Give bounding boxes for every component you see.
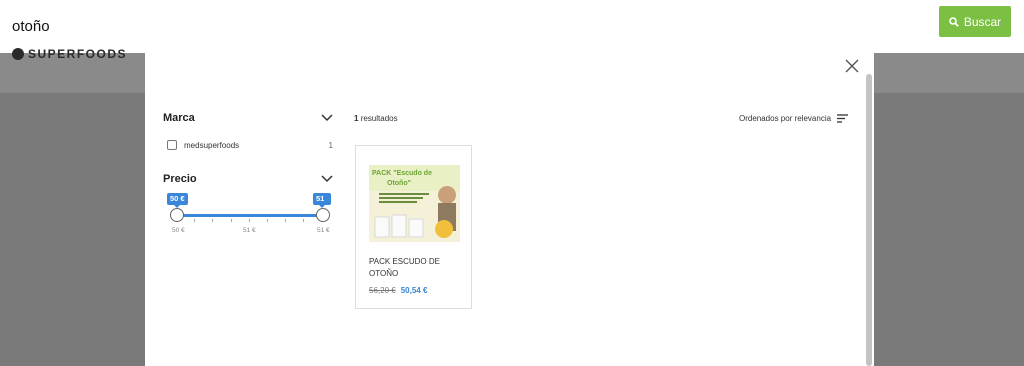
slider-track (176, 214, 322, 217)
tick-label-mid: 51 € (243, 227, 256, 234)
chevron-down-icon[interactable] (321, 114, 333, 122)
slider-max-handle[interactable] (316, 208, 330, 222)
tick-label-max: 51 € (317, 227, 330, 234)
search-icon (949, 16, 959, 27)
product-old-price: 56,20 € (369, 286, 396, 295)
slider-tick (303, 219, 304, 222)
slider-tick (194, 219, 195, 222)
results-count: 1 resultados (354, 114, 398, 123)
results-count-label: resultados (360, 114, 398, 123)
slider-tick (285, 219, 286, 222)
chevron-down-icon[interactable] (321, 175, 333, 183)
slider-tick (267, 219, 268, 222)
price-min-bubble: 50 € (167, 193, 188, 208)
results-count-number: 1 (354, 114, 359, 123)
product-new-price: 50,54 € (400, 286, 428, 295)
image-title-1: PACK "Escudo de (372, 170, 432, 177)
sort-label: Ordenados por relevancia (739, 113, 832, 123)
product-name[interactable]: PACK ESCUDO DE OTOÑO (369, 256, 464, 280)
sort-dropdown[interactable]: Ordenados por relevancia (739, 111, 849, 125)
filter-price-title: Precio (163, 173, 197, 185)
search-button-label: Buscar (963, 14, 1002, 29)
brand-count: 1 (328, 140, 333, 150)
scrollbar-thumb[interactable] (866, 74, 872, 366)
site-logo: SUPERFOODS (12, 44, 127, 64)
image-title-2: Otoño" (387, 180, 411, 187)
brand-label: medsuperfoods (184, 140, 240, 150)
product-image-art: PACK "Escudo de Otoño" (369, 165, 460, 242)
logo-mark-icon (12, 48, 24, 60)
price-range-slider[interactable]: 50 € 51 € 50 € 51 € 51 € (167, 193, 331, 237)
slider-tick (212, 219, 213, 222)
price-max-bubble: 51 € (313, 193, 331, 215)
search-button[interactable]: Buscar (939, 6, 1011, 37)
slider-min-handle[interactable] (170, 208, 184, 222)
tick-label-min: 50 € (172, 227, 185, 234)
product-card[interactable]: PACK "Escudo de Otoño" PACK ESCUDO DE OT… (355, 145, 472, 309)
brand-checkbox[interactable] (167, 140, 177, 150)
slider-tick (249, 219, 250, 222)
logo-text: SUPERFOODS (28, 47, 128, 61)
sort-icon (837, 113, 849, 123)
product-prices: 56,20 € 50,54 € (369, 286, 427, 295)
filter-brand-title: Marca (163, 112, 195, 124)
close-icon[interactable] (844, 58, 860, 74)
slider-tick (231, 219, 232, 222)
modal-scrollbar[interactable] (866, 74, 872, 366)
brand-filter-item[interactable]: medsuperfoods 1 (167, 139, 333, 151)
search-results-modal: Marca medsuperfoods 1 Precio 50 € 51 € 5… (145, 40, 874, 366)
product-image[interactable]: PACK "Escudo de Otoño" (369, 165, 460, 242)
